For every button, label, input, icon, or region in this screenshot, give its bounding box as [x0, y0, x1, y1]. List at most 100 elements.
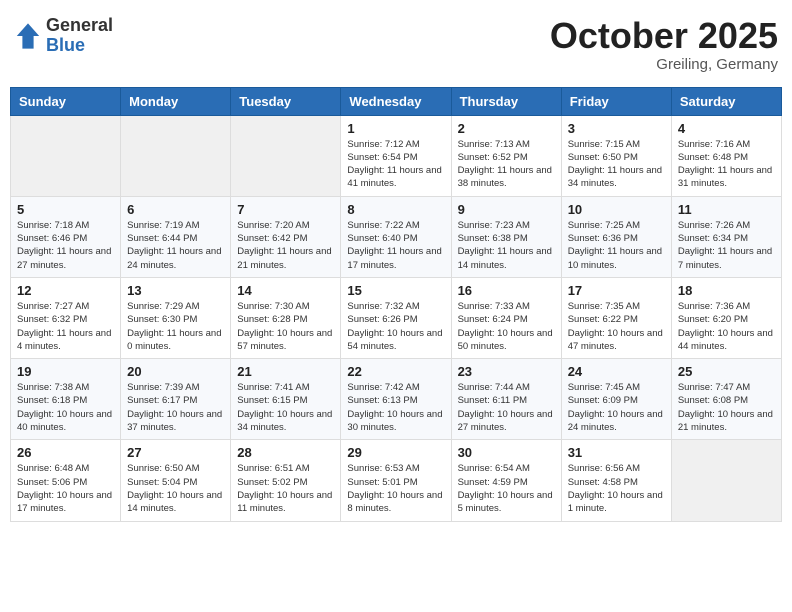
weekday-header-row: SundayMondayTuesdayWednesdayThursdayFrid…	[11, 87, 782, 115]
day-number: 22	[347, 364, 444, 379]
title-section: October 2025 Greiling, Germany	[550, 16, 778, 73]
calendar-week-row: 1 Sunrise: 7:12 AM Sunset: 6:54 PM Daylig…	[11, 115, 782, 196]
day-info: Sunrise: 6:54 AM Sunset: 4:59 PM Dayligh…	[458, 462, 555, 515]
calendar-cell: 13Sunrise: 7:29 AM Sunset: 6:30 PM Dayli…	[121, 277, 231, 358]
day-info: Sunrise: 7:15 AM Sunset: 6:50 PM Dayligh…	[568, 138, 665, 191]
day-info: Sunrise: 7:32 AM Sunset: 6:26 PM Dayligh…	[347, 300, 444, 353]
day-info: Sunrise: 7:35 AM Sunset: 6:22 PM Dayligh…	[568, 300, 665, 353]
day-info: Sunrise: 7:25 AM Sunset: 6:36 PM Dayligh…	[568, 219, 665, 272]
calendar-cell: 6Sunrise: 7:19 AM Sunset: 6:44 PM Daylig…	[121, 196, 231, 277]
day-info: Sunrise: 7:13 AM Sunset: 6:52 PM Dayligh…	[458, 138, 555, 191]
day-info: Sunrise: 7:20 AM Sunset: 6:42 PM Dayligh…	[237, 219, 334, 272]
calendar-cell: 29 Sunrise: 6:53 AM Sunset: 5:01 PM Dayli…	[341, 440, 451, 521]
calendar-cell: 1 Sunrise: 7:12 AM Sunset: 6:54 PM Daylig…	[341, 115, 451, 196]
day-info: Sunrise: 6:50 AM Sunset: 5:04 PM Dayligh…	[127, 462, 224, 515]
calendar-cell: 22 Sunrise: 7:42 AM Sunset: 6:13 PM Dayli…	[341, 359, 451, 440]
day-info: Sunrise: 7:16 AM Sunset: 6:48 PM Dayligh…	[678, 138, 775, 191]
logo-blue-text: Blue	[46, 36, 113, 56]
day-info: Sunrise: 6:56 AM Sunset: 4:58 PM Dayligh…	[568, 462, 665, 515]
calendar-cell: 17 Sunrise: 7:35 AM Sunset: 6:22 PM Dayli…	[561, 277, 671, 358]
day-number: 25	[678, 364, 775, 379]
calendar-cell: 15Sunrise: 7:32 AM Sunset: 6:26 PM Dayli…	[341, 277, 451, 358]
day-number: 14	[237, 283, 334, 298]
calendar-cell	[11, 115, 121, 196]
day-info: Sunrise: 7:39 AM Sunset: 6:17 PM Dayligh…	[127, 381, 224, 434]
calendar-cell: 30 Sunrise: 6:54 AM Sunset: 4:59 PM Dayli…	[451, 440, 561, 521]
logo-general-text: General	[46, 16, 113, 36]
calendar-cell: 19 Sunrise: 7:38 AM Sunset: 6:18 PM Dayli…	[11, 359, 121, 440]
calendar-cell: 25 Sunrise: 7:47 AM Sunset: 6:08 PM Dayli…	[671, 359, 781, 440]
weekday-header-thursday: Thursday	[451, 87, 561, 115]
day-info: Sunrise: 7:30 AM Sunset: 6:28 PM Dayligh…	[237, 300, 334, 353]
day-info: Sunrise: 7:36 AM Sunset: 6:20 PM Dayligh…	[678, 300, 775, 353]
day-info: Sunrise: 7:23 AM Sunset: 6:38 PM Dayligh…	[458, 219, 555, 272]
day-info: Sunrise: 7:47 AM Sunset: 6:08 PM Dayligh…	[678, 381, 775, 434]
day-number: 3	[568, 121, 665, 136]
day-number: 26	[17, 445, 114, 460]
day-info: Sunrise: 6:51 AM Sunset: 5:02 PM Dayligh…	[237, 462, 334, 515]
calendar-table: SundayMondayTuesdayWednesdayThursdayFrid…	[10, 87, 782, 522]
day-number: 16	[458, 283, 555, 298]
calendar-cell: 8Sunrise: 7:22 AM Sunset: 6:40 PM Daylig…	[341, 196, 451, 277]
day-number: 23	[458, 364, 555, 379]
calendar-cell: 31 Sunrise: 6:56 AM Sunset: 4:58 PM Dayli…	[561, 440, 671, 521]
day-number: 18	[678, 283, 775, 298]
day-number: 19	[17, 364, 114, 379]
weekday-header-monday: Monday	[121, 87, 231, 115]
logo: General Blue	[14, 16, 113, 56]
day-number: 2	[458, 121, 555, 136]
day-number: 4	[678, 121, 775, 136]
location-subtitle: Greiling, Germany	[550, 56, 778, 73]
day-info: Sunrise: 6:53 AM Sunset: 5:01 PM Dayligh…	[347, 462, 444, 515]
day-number: 30	[458, 445, 555, 460]
calendar-cell: 11 Sunrise: 7:26 AM Sunset: 6:34 PM Dayli…	[671, 196, 781, 277]
day-info: Sunrise: 7:26 AM Sunset: 6:34 PM Dayligh…	[678, 219, 775, 272]
calendar-cell: 14 Sunrise: 7:30 AM Sunset: 6:28 PM Dayli…	[231, 277, 341, 358]
day-number: 21	[237, 364, 334, 379]
calendar-cell: 16 Sunrise: 7:33 AM Sunset: 6:24 PM Dayli…	[451, 277, 561, 358]
day-info: Sunrise: 7:44 AM Sunset: 6:11 PM Dayligh…	[458, 381, 555, 434]
calendar-cell: 5Sunrise: 7:18 AM Sunset: 6:46 PM Daylig…	[11, 196, 121, 277]
day-info: Sunrise: 7:33 AM Sunset: 6:24 PM Dayligh…	[458, 300, 555, 353]
month-title: October 2025	[550, 16, 778, 56]
day-number: 9	[458, 202, 555, 217]
calendar-cell: 21Sunrise: 7:41 AM Sunset: 6:15 PM Dayli…	[231, 359, 341, 440]
calendar-cell	[671, 440, 781, 521]
calendar-cell: 18 Sunrise: 7:36 AM Sunset: 6:20 PM Dayli…	[671, 277, 781, 358]
day-number: 17	[568, 283, 665, 298]
day-number: 12	[17, 283, 114, 298]
day-number: 11	[678, 202, 775, 217]
day-number: 29	[347, 445, 444, 460]
calendar-week-row: 19 Sunrise: 7:38 AM Sunset: 6:18 PM Dayli…	[11, 359, 782, 440]
calendar-cell: 10Sunrise: 7:25 AM Sunset: 6:36 PM Dayli…	[561, 196, 671, 277]
calendar-cell: 20 Sunrise: 7:39 AM Sunset: 6:17 PM Dayli…	[121, 359, 231, 440]
calendar-week-row: 26 Sunrise: 6:48 AM Sunset: 5:06 PM Dayli…	[11, 440, 782, 521]
weekday-header-wednesday: Wednesday	[341, 87, 451, 115]
day-info: Sunrise: 7:38 AM Sunset: 6:18 PM Dayligh…	[17, 381, 114, 434]
day-info: Sunrise: 7:12 AM Sunset: 6:54 PM Dayligh…	[347, 138, 444, 191]
day-info: Sunrise: 7:19 AM Sunset: 6:44 PM Dayligh…	[127, 219, 224, 272]
day-info: Sunrise: 7:42 AM Sunset: 6:13 PM Dayligh…	[347, 381, 444, 434]
day-info: Sunrise: 6:48 AM Sunset: 5:06 PM Dayligh…	[17, 462, 114, 515]
calendar-cell: 23 Sunrise: 7:44 AM Sunset: 6:11 PM Dayli…	[451, 359, 561, 440]
day-info: Sunrise: 7:45 AM Sunset: 6:09 PM Dayligh…	[568, 381, 665, 434]
calendar-cell: 9 Sunrise: 7:23 AM Sunset: 6:38 PM Daylig…	[451, 196, 561, 277]
logo-text: General Blue	[46, 16, 113, 56]
calendar-cell: 2 Sunrise: 7:13 AM Sunset: 6:52 PM Daylig…	[451, 115, 561, 196]
day-number: 8	[347, 202, 444, 217]
day-number: 5	[17, 202, 114, 217]
calendar-cell: 28 Sunrise: 6:51 AM Sunset: 5:02 PM Dayli…	[231, 440, 341, 521]
calendar-cell: 24Sunrise: 7:45 AM Sunset: 6:09 PM Dayli…	[561, 359, 671, 440]
calendar-week-row: 5Sunrise: 7:18 AM Sunset: 6:46 PM Daylig…	[11, 196, 782, 277]
day-info: Sunrise: 7:29 AM Sunset: 6:30 PM Dayligh…	[127, 300, 224, 353]
weekday-header-tuesday: Tuesday	[231, 87, 341, 115]
day-number: 20	[127, 364, 224, 379]
weekday-header-friday: Friday	[561, 87, 671, 115]
weekday-header-saturday: Saturday	[671, 87, 781, 115]
day-number: 31	[568, 445, 665, 460]
calendar-week-row: 12Sunrise: 7:27 AM Sunset: 6:32 PM Dayli…	[11, 277, 782, 358]
day-number: 7	[237, 202, 334, 217]
calendar-cell: 7 Sunrise: 7:20 AM Sunset: 6:42 PM Daylig…	[231, 196, 341, 277]
day-number: 28	[237, 445, 334, 460]
day-number: 1	[347, 121, 444, 136]
